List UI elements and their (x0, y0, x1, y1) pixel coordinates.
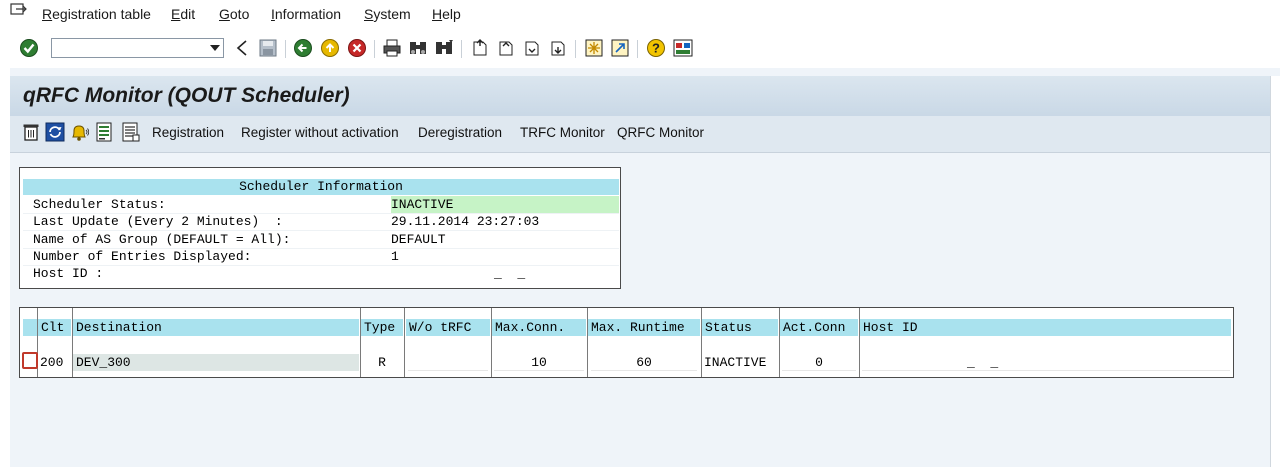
find-icon[interactable] (408, 38, 428, 58)
svg-text:?: ? (652, 41, 660, 56)
scheduler-status-label: Scheduler Status: (33, 197, 166, 212)
title-bar: qRFC Monitor (QOUT Scheduler) (10, 76, 1270, 116)
host-id-label: Host ID : (33, 266, 104, 281)
toolbar-separator (285, 40, 286, 58)
row-divider (23, 265, 619, 266)
column-header-act-conn[interactable]: Act.Conn (780, 319, 858, 336)
qrfc-monitor-button[interactable]: QRFC Monitor (617, 125, 704, 140)
cell-max-runtime[interactable]: 60 (591, 354, 697, 371)
command-field[interactable] (51, 38, 224, 58)
menu-help[interactable]: Help (432, 6, 461, 22)
customize-layout-icon[interactable] (673, 38, 693, 58)
collapse-arrow-icon[interactable] (232, 38, 252, 58)
new-session-icon[interactable] (584, 38, 604, 58)
entries-displayed-label: Number of Entries Displayed: (33, 249, 252, 264)
cancel-icon[interactable] (347, 38, 367, 58)
column-header-clt[interactable]: Clt (38, 319, 71, 336)
next-page-icon[interactable] (522, 38, 542, 58)
column-header-wo-trfc[interactable]: W/o tRFC (406, 319, 490, 336)
exit-icon[interactable] (320, 38, 340, 58)
column-separator (779, 308, 780, 377)
document-list-icon[interactable] (121, 122, 141, 142)
selection-column-header[interactable] (23, 319, 37, 336)
menu-edit[interactable]: Edit (171, 6, 195, 22)
toolbar-separator (575, 40, 576, 58)
column-header-max-conn[interactable]: Max.Conn. (492, 319, 586, 336)
cell-max-conn[interactable]: 10 (494, 354, 584, 371)
column-header-destination[interactable]: Destination (73, 319, 359, 336)
column-separator (491, 308, 492, 377)
delete-icon[interactable] (21, 122, 41, 142)
sap-menu-icon[interactable] (10, 3, 28, 19)
toolbar-separator (637, 40, 638, 58)
last-update-value: 29.11.2014 23:27:03 (391, 214, 540, 229)
enter-check-icon[interactable] (19, 38, 39, 58)
registration-button[interactable]: Registration (152, 125, 224, 140)
first-page-icon[interactable] (470, 38, 490, 58)
application-toolbar: Registration Register without activation… (10, 116, 1270, 153)
entries-displayed-value: 1 (391, 249, 399, 264)
cell-host-id: _ _ (862, 354, 1230, 371)
command-input[interactable] (54, 40, 208, 58)
column-header-max-runtime[interactable]: Max. Runtime (588, 319, 700, 336)
refresh-icon[interactable] (45, 122, 65, 142)
previous-page-icon[interactable] (496, 38, 516, 58)
column-header-type[interactable]: Type (361, 319, 403, 336)
cell-type: R (378, 355, 386, 370)
column-header-host-id[interactable]: Host ID (860, 319, 1231, 336)
find-next-icon[interactable] (434, 38, 454, 58)
menu-goto[interactable]: Goto (219, 6, 249, 22)
chevron-down-icon[interactable] (210, 45, 220, 51)
last-page-icon[interactable] (548, 38, 568, 58)
menu-system[interactable]: System (364, 6, 411, 22)
last-update-label: Last Update (Every 2 Minutes) : (33, 214, 283, 229)
column-separator (404, 308, 405, 377)
column-separator (587, 308, 588, 377)
back-icon[interactable] (293, 38, 313, 58)
standard-toolbar: ? (0, 30, 1280, 69)
page-title: qRFC Monitor (QOUT Scheduler) (23, 84, 350, 107)
column-separator (701, 308, 702, 377)
trfc-monitor-button[interactable]: TRFC Monitor (520, 125, 605, 140)
cell-status: INACTIVE (704, 355, 767, 370)
print-icon[interactable] (382, 38, 402, 58)
cell-wo-trfc[interactable] (408, 354, 488, 371)
menu-information[interactable]: Information (271, 6, 341, 22)
cell-clt: 200 (40, 355, 64, 370)
menu-registration-table[interactable]: Registration table (42, 6, 151, 22)
register-without-activation-button[interactable]: Register without activation (241, 125, 399, 140)
left-edge (0, 68, 10, 467)
column-separator (859, 308, 860, 377)
as-group-value: DEFAULT (391, 232, 446, 247)
scheduler-status-value: INACTIVE (391, 196, 619, 213)
scheduler-info-box: Scheduler Information Scheduler Status: … (19, 167, 621, 289)
right-edge (1270, 76, 1280, 467)
host-id-value: _ _ (494, 266, 526, 281)
alert-bell-icon[interactable] (69, 122, 89, 142)
cell-destination[interactable]: DEV_300 (73, 354, 359, 371)
deregistration-button[interactable]: Deregistration (418, 125, 502, 140)
row-selector[interactable] (22, 352, 38, 369)
as-group-label: Name of AS Group (DEFAULT = All): (33, 232, 291, 247)
help-icon[interactable]: ? (646, 38, 666, 58)
column-header-status[interactable]: Status (702, 319, 778, 336)
cell-act-conn: 0 (782, 354, 856, 371)
details-list-icon[interactable] (95, 122, 115, 142)
shortcut-icon[interactable] (610, 38, 630, 58)
destination-table: Clt Destination Type W/o tRFC Max.Conn. … (19, 307, 1234, 378)
save-icon[interactable] (258, 38, 278, 58)
scheduler-info-heading: Scheduler Information (23, 179, 619, 195)
toolbar-separator (374, 40, 375, 58)
toolbar-separator (461, 40, 462, 58)
menu-bar: Registration table Edit Goto Information… (0, 0, 1280, 30)
